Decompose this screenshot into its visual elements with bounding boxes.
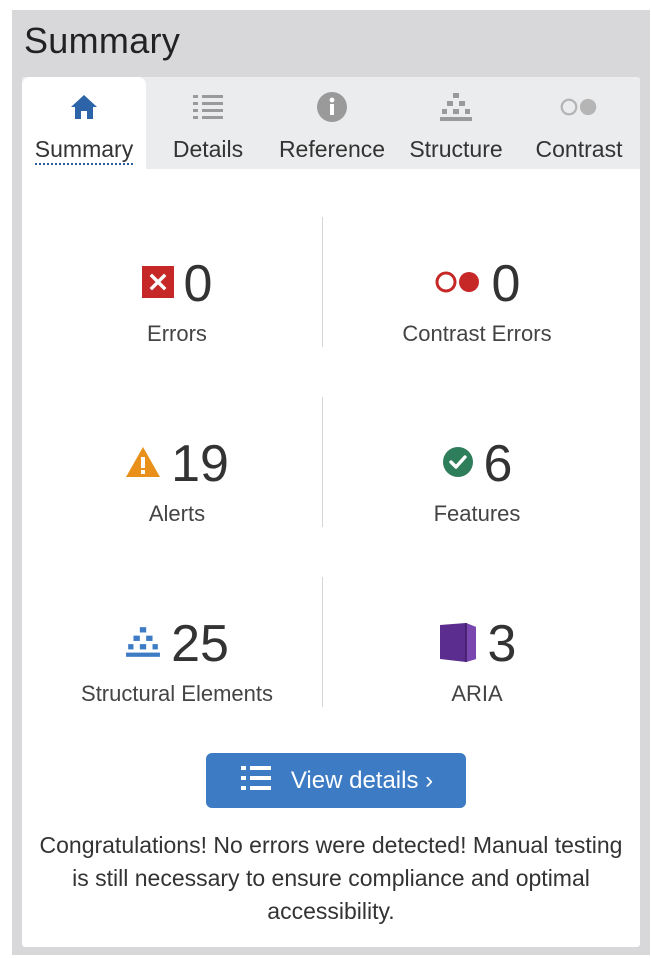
tab-structure-label: Structure xyxy=(409,136,503,162)
panel-title: Summary xyxy=(24,20,181,61)
list-icon xyxy=(239,764,273,797)
alerts-count: 19 xyxy=(171,435,229,493)
alert-icon xyxy=(125,446,161,483)
tab-details[interactable]: Details xyxy=(146,77,270,169)
tab-contrast-label: Contrast xyxy=(535,136,623,162)
contrast-errors-label: Contrast Errors xyxy=(402,321,552,346)
view-details-button[interactable]: View details › xyxy=(206,753,466,808)
contrast-icon xyxy=(559,89,599,125)
features-stat: 6 Features xyxy=(332,433,622,527)
features-label: Features xyxy=(433,501,521,526)
tab-bar: Summary Details Reference Structure Cont… xyxy=(22,77,640,169)
error-icon xyxy=(141,265,174,303)
info-icon xyxy=(312,89,352,125)
view-details-label: View details › xyxy=(290,766,434,794)
summary-card: Summary Details Reference Structure Cont… xyxy=(22,77,640,947)
structure-icon xyxy=(125,625,161,664)
status-message: Congratulations! No errors were detected… xyxy=(39,832,623,924)
tab-structure[interactable]: Structure xyxy=(394,77,518,169)
tab-reference[interactable]: Reference xyxy=(270,77,394,169)
divider xyxy=(322,577,323,707)
errors-count: 0 xyxy=(183,255,213,313)
alerts-label: Alerts xyxy=(148,501,206,526)
alerts-stat: 19 Alerts xyxy=(32,433,322,527)
tab-contrast[interactable]: Contrast xyxy=(518,77,640,169)
summary-panel: Summary Summary Details Reference Struct… xyxy=(12,10,650,955)
divider xyxy=(322,217,323,347)
structural-elements-count: 25 xyxy=(171,615,229,673)
aria-label: ARIA xyxy=(451,681,503,706)
feature-check-icon xyxy=(442,446,474,483)
home-icon xyxy=(64,89,104,125)
tab-summary[interactable]: Summary xyxy=(22,77,146,169)
contrast-errors-count: 0 xyxy=(491,255,521,313)
aria-icon xyxy=(438,621,478,668)
tab-details-label: Details xyxy=(172,136,244,162)
tab-reference-label: Reference xyxy=(278,136,386,162)
list-icon xyxy=(188,89,228,125)
errors-stat: 0 Errors xyxy=(32,253,322,347)
structural-elements-stat: 25 Structural Elements xyxy=(32,613,322,707)
aria-stat: 3 ARIA xyxy=(332,613,622,707)
errors-label: Errors xyxy=(147,321,207,346)
aria-count: 3 xyxy=(487,615,517,673)
features-count: 6 xyxy=(483,435,513,493)
tab-summary-label: Summary xyxy=(34,136,134,165)
structural-elements-label: Structural Elements xyxy=(81,681,273,706)
structure-icon xyxy=(436,89,476,125)
contrast-error-icon xyxy=(434,269,482,300)
contrast-errors-stat: 0 Contrast Errors xyxy=(332,253,622,347)
divider xyxy=(322,397,323,527)
